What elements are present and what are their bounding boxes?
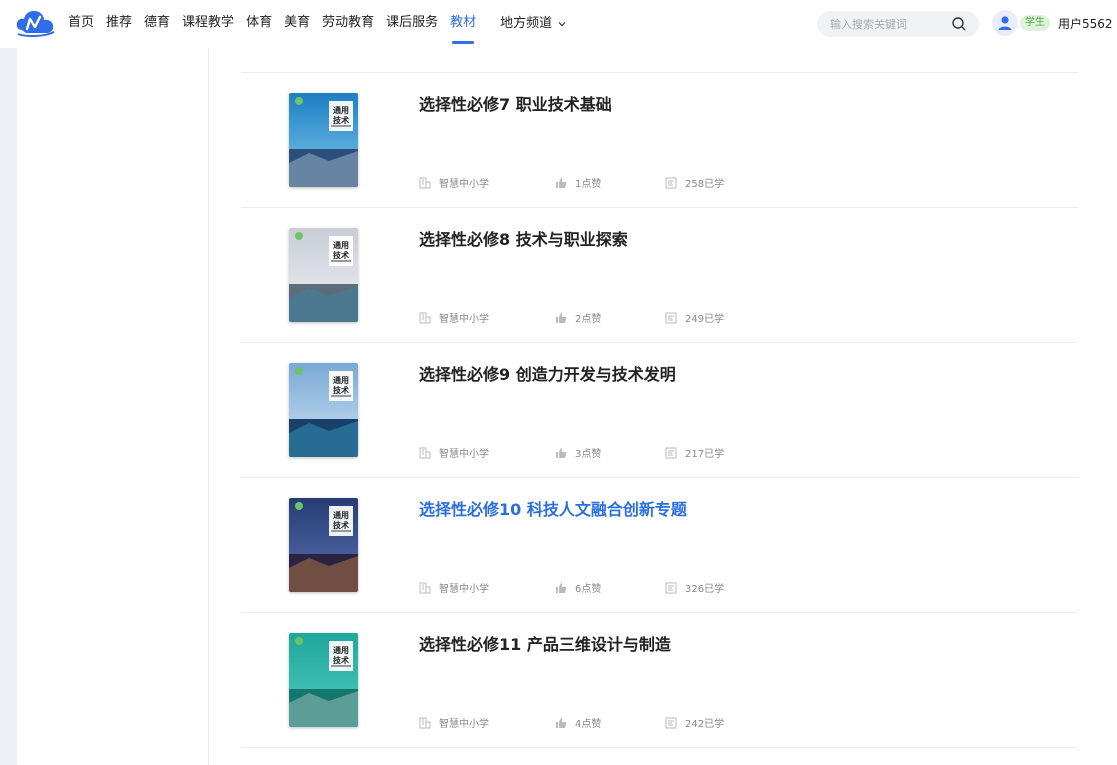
- nav-item-home[interactable]: 首页: [68, 0, 94, 48]
- main-nav: 首页 推荐 德育 课程教学 体育 美育 劳动教育 课后服务 教材 地方频道: [68, 0, 579, 48]
- cover-title-top: 通用: [333, 240, 349, 250]
- username[interactable]: 用户5562: [1058, 15, 1113, 32]
- thumbs-up-icon: [556, 447, 567, 458]
- study-record-icon: [665, 312, 677, 323]
- nav-item-after-school[interactable]: 课后服务: [386, 0, 438, 48]
- source-text: 智慧中小学: [439, 584, 489, 595]
- nav-item-recommend[interactable]: 推荐: [106, 0, 132, 48]
- chevron-down-icon: [558, 22, 566, 27]
- textbook-title[interactable]: 选择性必修11 产品三维设计与制造: [419, 631, 671, 655]
- cover-title-bottom: 技术: [333, 250, 349, 260]
- textbook-cover[interactable]: 通用 技术: [289, 228, 358, 322]
- textbook-likes[interactable]: 1点赞: [555, 175, 601, 190]
- thumbs-up-icon: [556, 312, 567, 323]
- search-icon[interactable]: [951, 16, 967, 32]
- textbook-learned: 326已学: [665, 580, 724, 595]
- textbook-source: 智慧中小学: [419, 445, 489, 460]
- thumbs-up-icon: [556, 582, 567, 593]
- textbook-list-item[interactable]: 通用 技术 选择性必修9 创造力开发与技术发明 智慧中小学 3点赞 217已学: [241, 343, 1078, 478]
- textbook-learned: 249已学: [665, 310, 724, 325]
- thumbs-up-icon: [556, 717, 567, 728]
- study-record-icon: [665, 582, 677, 593]
- source-text: 智慧中小学: [439, 449, 489, 460]
- avatar[interactable]: [992, 10, 1018, 36]
- search-box: [817, 11, 979, 37]
- likes-text: 6点赞: [575, 584, 602, 595]
- cover-title-bottom: 技术: [333, 385, 349, 395]
- study-record-icon: [665, 717, 677, 728]
- textbook-list-item[interactable]: 通用 技术 选择性必修11 产品三维设计与制造 智慧中小学 4点赞 242已学: [241, 613, 1078, 748]
- textbook-likes[interactable]: 3点赞: [555, 445, 601, 460]
- study-record-icon: [665, 447, 677, 458]
- textbook-list-item[interactable]: 通用 技术 选择性必修8 技术与职业探索 智慧中小学 2点赞 249已学: [241, 208, 1078, 343]
- local-channel-label: 地方频道: [500, 16, 553, 31]
- likes-text: 4点赞: [575, 719, 602, 730]
- site-logo[interactable]: [16, 8, 56, 38]
- textbook-source: 智慧中小学: [419, 715, 489, 730]
- cover-title-bottom: 技术: [333, 655, 349, 665]
- building-icon: [419, 717, 431, 728]
- learned-text: 242已学: [685, 719, 725, 730]
- learned-text: 258已学: [685, 179, 725, 190]
- cover-title-top: 通用: [333, 105, 349, 115]
- nav-item-sports[interactable]: 体育: [246, 0, 272, 48]
- textbook-cover[interactable]: 通用 技术: [289, 498, 358, 592]
- learned-text: 326已学: [685, 584, 725, 595]
- top-navigation-bar: 首页 推荐 德育 课程教学 体育 美育 劳动教育 课后服务 教材 地方频道 学生…: [0, 0, 1117, 48]
- nav-item-labor-education[interactable]: 劳动教育: [322, 0, 374, 48]
- likes-text: 1点赞: [575, 179, 602, 190]
- study-record-icon: [665, 177, 677, 188]
- building-icon: [419, 582, 431, 593]
- sidebar-divider: [208, 48, 209, 765]
- thumbs-up-icon: [556, 177, 567, 188]
- building-icon: [419, 177, 431, 188]
- textbook-likes[interactable]: 6点赞: [555, 580, 601, 595]
- role-badge: 学生: [1020, 15, 1050, 31]
- search-input[interactable]: [830, 17, 945, 31]
- nav-item-textbooks[interactable]: 教材: [450, 0, 476, 48]
- textbook-learned: 258已学: [665, 175, 724, 190]
- cover-title-bottom: 技术: [333, 520, 349, 530]
- building-icon: [419, 447, 431, 458]
- textbook-learned: 242已学: [665, 715, 724, 730]
- cover-title-top: 通用: [333, 510, 349, 520]
- likes-text: 3点赞: [575, 449, 602, 460]
- likes-text: 2点赞: [575, 314, 602, 325]
- textbook-source: 智慧中小学: [419, 175, 489, 190]
- textbook-likes[interactable]: 4点赞: [555, 715, 601, 730]
- source-text: 智慧中小学: [439, 719, 489, 730]
- textbook-source: 智慧中小学: [419, 310, 489, 325]
- learned-text: 249已学: [685, 314, 725, 325]
- source-text: 智慧中小学: [439, 179, 489, 190]
- source-text: 智慧中小学: [439, 314, 489, 325]
- learned-text: 217已学: [685, 449, 725, 460]
- nav-item-course-teaching[interactable]: 课程教学: [182, 0, 234, 48]
- cover-title-top: 通用: [333, 645, 349, 655]
- textbook-list-item[interactable]: 通用 技术 选择性必修10 科技人文融合创新专题 智慧中小学 6点赞 326已学: [241, 478, 1078, 613]
- building-icon: [419, 312, 431, 323]
- textbook-cover[interactable]: 通用 技术: [289, 363, 358, 457]
- textbook-cover[interactable]: 通用 技术: [289, 93, 358, 187]
- textbook-title[interactable]: 选择性必修9 创造力开发与技术发明: [419, 361, 676, 385]
- textbook-likes[interactable]: 2点赞: [555, 310, 601, 325]
- textbook-list-item[interactable]: 通用 技术 选择性必修7 职业技术基础 智慧中小学 1点赞 258已学: [241, 73, 1078, 208]
- cover-title-bottom: 技术: [333, 115, 349, 125]
- textbook-cover[interactable]: 通用 技术: [289, 633, 358, 727]
- cover-title-top: 通用: [333, 375, 349, 385]
- nav-item-art[interactable]: 美育: [284, 0, 310, 48]
- textbook-learned: 217已学: [665, 445, 724, 460]
- user-icon: [998, 16, 1012, 30]
- textbook-title[interactable]: 选择性必修7 职业技术基础: [419, 91, 612, 115]
- local-channel-dropdown[interactable]: 地方频道: [500, 0, 567, 48]
- nav-item-moral-education[interactable]: 德育: [144, 0, 170, 48]
- textbook-source: 智慧中小学: [419, 580, 489, 595]
- textbook-title[interactable]: 选择性必修8 技术与职业探索: [419, 226, 628, 250]
- textbook-title[interactable]: 选择性必修10 科技人文融合创新专题: [419, 496, 687, 520]
